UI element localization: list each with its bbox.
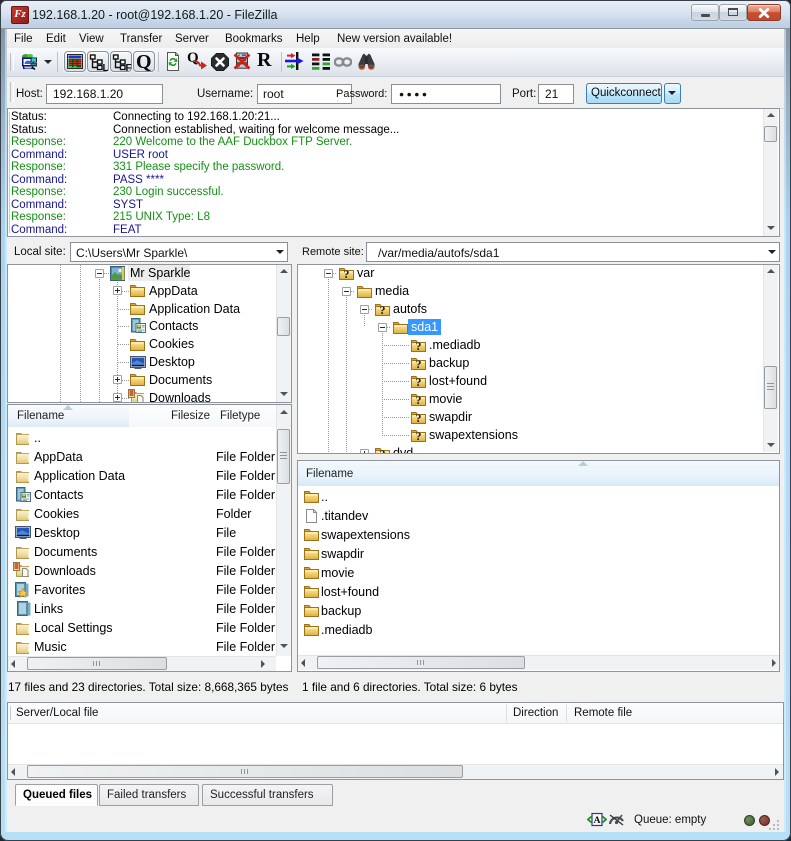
svg-text:L: L <box>103 63 109 71</box>
svg-text:?: ? <box>380 447 386 454</box>
svg-text:?: ? <box>416 393 422 406</box>
svg-text:A: A <box>594 816 601 826</box>
svg-text:?: ? <box>416 429 422 442</box>
svg-text:?: ? <box>416 375 422 388</box>
svg-text:F: F <box>126 63 132 71</box>
svg-text:?: ? <box>380 303 386 316</box>
svg-text:?: ? <box>416 411 422 424</box>
svg-text:?: ? <box>416 357 422 370</box>
svg-text:?: ? <box>344 267 350 280</box>
svg-text:?: ? <box>416 339 422 352</box>
